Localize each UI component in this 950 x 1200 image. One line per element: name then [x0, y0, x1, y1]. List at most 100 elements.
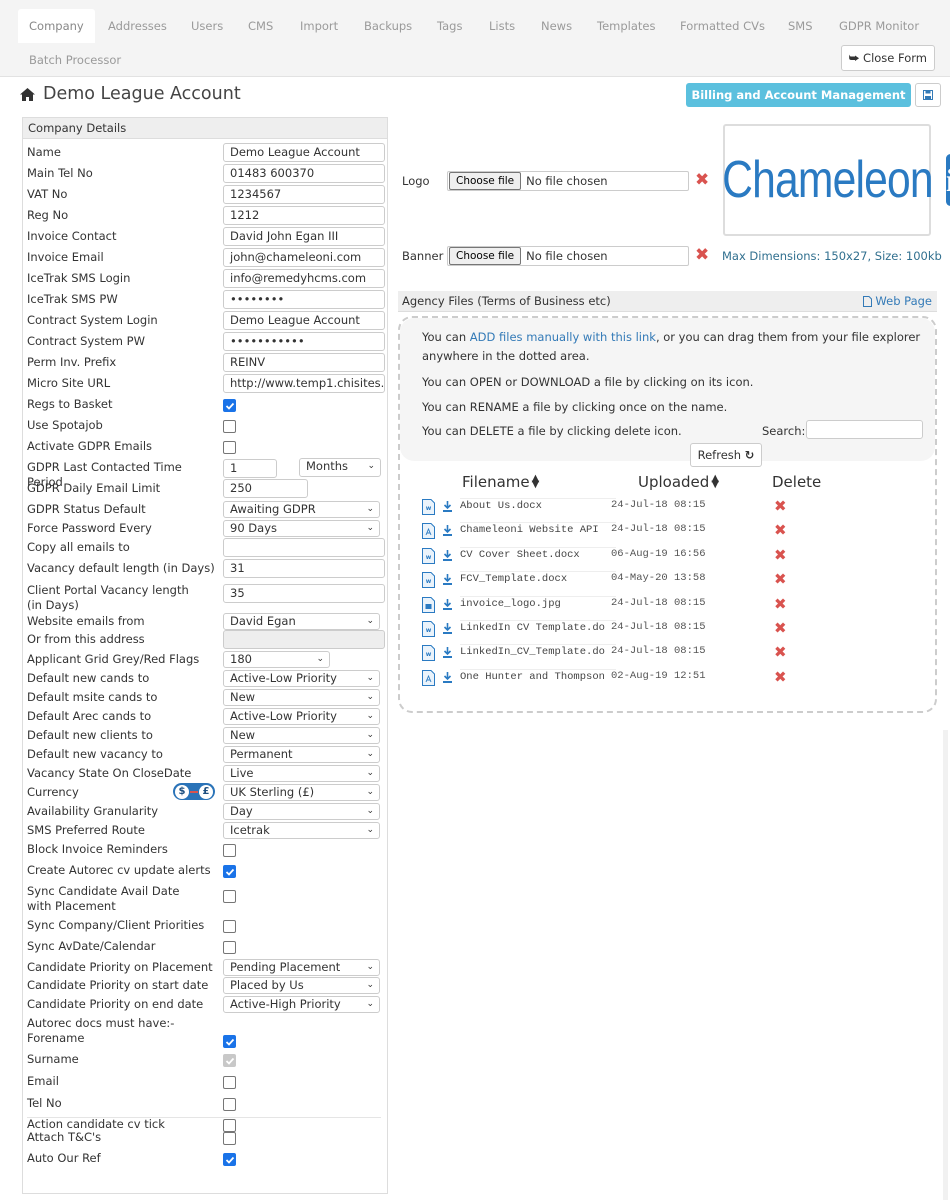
sync-avdate-calendar-checkbox[interactable]	[223, 941, 236, 954]
word-document-icon[interactable]: w	[422, 499, 435, 515]
copy-all-emails-to-input[interactable]	[223, 538, 385, 557]
close-form-button[interactable]: ⮩ Close Form	[840, 45, 935, 71]
delete-file-icon[interactable]: ✖	[774, 571, 787, 588]
sms-preferred-route-select[interactable]: Icetrak ⌄	[223, 822, 380, 839]
delete-file-icon[interactable]: ✖	[774, 546, 787, 564]
file-name[interactable]: LinkedIn_CV_Template.do	[460, 644, 616, 664]
candidate-priority-on-placement-select[interactable]: Pending Placement ⌄	[223, 959, 380, 976]
delete-file-icon[interactable]: ✖	[774, 498, 787, 515]
web-page-link[interactable]: Web Page	[863, 291, 932, 311]
download-icon[interactable]	[442, 671, 453, 684]
tab-lists[interactable]: Lists	[478, 9, 526, 43]
use-spotajob-checkbox[interactable]	[223, 420, 236, 433]
tab-users[interactable]: Users	[180, 9, 234, 43]
add-files-link[interactable]: ADD files manually with this link	[470, 330, 656, 344]
block-invoice-reminders-checkbox[interactable]	[223, 844, 236, 857]
contract-system-login-input[interactable]: Demo League Account	[223, 311, 385, 330]
vacancy-default-length-in-days-input[interactable]: 31	[223, 559, 385, 578]
file-name[interactable]: FCV_Template.docx	[460, 571, 616, 591]
icetrak-sms-pw-input[interactable]: ••••••••	[223, 290, 385, 309]
download-icon[interactable]	[442, 598, 453, 611]
uploaded-column-header[interactable]: Uploaded ▲ ▼	[638, 473, 719, 491]
sync-candidate-avail-date-with-placement-checkbox[interactable]	[223, 890, 236, 903]
default-msite-cands-to-select[interactable]: New ⌄	[223, 689, 380, 706]
file-name[interactable]: LinkedIn CV Template.do	[460, 620, 616, 640]
download-icon[interactable]	[442, 622, 453, 635]
auto-our-ref-checkbox[interactable]	[223, 1153, 236, 1166]
remove-logo-icon[interactable]: ✖	[695, 170, 709, 190]
download-icon[interactable]	[442, 500, 453, 513]
tab-formatted-cvs[interactable]: Formatted CVs	[669, 9, 776, 43]
banner-choose-file-button[interactable]: Choose file	[449, 247, 522, 265]
save-button[interactable]	[915, 83, 941, 107]
pdf-document-icon[interactable]	[422, 669, 435, 686]
delete-file-icon[interactable]: ✖	[774, 595, 787, 613]
tab-gdpr-monitor[interactable]: GDPR Monitor	[828, 9, 930, 43]
website-emails-from-select[interactable]: David Egan ⌄	[223, 613, 380, 630]
regs-to-basket-checkbox[interactable]	[223, 399, 236, 412]
candidate-priority-on-end-date-select[interactable]: Active-High Priority ⌄	[223, 996, 380, 1013]
tab-batch-processor[interactable]: Batch Processor	[18, 43, 132, 77]
email-checkbox[interactable]	[223, 1076, 236, 1089]
perm-inv-prefix-input[interactable]: REINV	[223, 353, 385, 372]
sync-company-client-priorities-checkbox[interactable]	[223, 920, 236, 933]
refresh-button[interactable]: Refresh ↻	[690, 443, 762, 467]
main-tel-no-input[interactable]: 01483 600370	[223, 164, 385, 183]
invoice-contact-input[interactable]: David John Egan III	[223, 227, 385, 246]
invoice-email-input[interactable]: john@chameleoni.com	[223, 248, 385, 267]
default-new-clients-to-select[interactable]: New ⌄	[223, 727, 380, 744]
billing-account-button[interactable]: Billing and Account Management	[686, 83, 911, 107]
vat-no-input[interactable]: 1234567	[223, 185, 385, 204]
applicant-grid-grey-red-flags-select[interactable]: 180 ⌄	[223, 651, 330, 668]
pdf-document-icon[interactable]	[422, 523, 435, 540]
word-document-icon[interactable]: w	[422, 547, 435, 564]
contract-system-pw-input[interactable]: •••••••••••	[223, 332, 385, 351]
currency-select[interactable]: UK Sterling (£) ⌄	[223, 784, 380, 801]
file-name[interactable]: About Us.docx	[460, 498, 616, 518]
remove-banner-icon[interactable]: ✖	[695, 245, 709, 265]
tab-templates[interactable]: Templates	[586, 9, 666, 43]
default-new-vacancy-to-select[interactable]: Permanent ⌄	[223, 746, 380, 763]
or-from-this-address-input[interactable]	[223, 630, 385, 649]
tab-news[interactable]: News	[530, 9, 583, 43]
activate-gdpr-emails-checkbox[interactable]	[223, 441, 236, 454]
filename-column-header[interactable]: Filename ▲ ▼	[462, 473, 539, 491]
download-icon[interactable]	[442, 646, 453, 659]
default-arec-cands-to-select[interactable]: Active-Low Priority ⌄	[223, 708, 380, 725]
word-document-icon[interactable]: w	[422, 572, 435, 589]
reg-no-input[interactable]: 1212	[223, 206, 385, 225]
file-name[interactable]: CV Cover Sheet.docx	[460, 546, 616, 567]
file-name[interactable]: invoice_logo.jpg	[460, 595, 616, 616]
download-icon[interactable]	[442, 524, 453, 537]
tab-company[interactable]: Company	[18, 9, 95, 43]
forename-checkbox[interactable]	[223, 1035, 236, 1048]
tab-cms[interactable]: CMS	[237, 9, 284, 43]
tab-addresses[interactable]: Addresses	[97, 9, 178, 43]
gdpr-daily-email-limit-input[interactable]: 250	[223, 479, 308, 498]
image-file-icon[interactable]	[422, 596, 435, 613]
default-new-cands-to-select[interactable]: Active-Low Priority ⌄	[223, 670, 380, 687]
tel-no-checkbox[interactable]	[223, 1098, 236, 1111]
tab-backups[interactable]: Backups	[353, 9, 423, 43]
logo-file-input[interactable]: Choose file No file chosen	[447, 171, 689, 191]
attach-t-c-s-checkbox[interactable]	[223, 1132, 236, 1145]
banner-file-input[interactable]: Choose file No file chosen	[447, 246, 689, 266]
icetrak-sms-login-input[interactable]: info@remedyhcms.com	[223, 269, 385, 288]
scrollbar[interactable]	[943, 730, 948, 1200]
word-document-icon[interactable]: w	[422, 645, 435, 662]
create-autorec-cv-update-alerts-checkbox[interactable]	[223, 865, 236, 878]
tab-tags[interactable]: Tags	[426, 9, 473, 43]
gdpr-last-contacted-time-period-input[interactable]: 1	[223, 459, 277, 478]
word-document-icon[interactable]: w	[422, 621, 435, 637]
micro-site-url-input[interactable]: http://www.temp1.chisites.net	[223, 374, 385, 393]
download-icon[interactable]	[442, 549, 453, 562]
force-password-every-select[interactable]: 90 Days ⌄	[223, 520, 380, 537]
logo-choose-file-button[interactable]: Choose file	[449, 172, 522, 190]
delete-file-icon[interactable]: ✖	[774, 522, 787, 539]
gdpr-status-default-select[interactable]: Awaiting GDPR ⌄	[223, 501, 380, 518]
vacancy-state-on-closedate-select[interactable]: Live ⌄	[223, 765, 380, 782]
delete-file-icon[interactable]: ✖	[774, 668, 787, 686]
client-portal-vacancy-length-in-days-input[interactable]: 35	[223, 584, 385, 603]
delete-file-icon[interactable]: ✖	[774, 620, 787, 637]
gdpr-last-contacted-time-period-unit-select[interactable]: Months ⌄	[299, 458, 381, 477]
